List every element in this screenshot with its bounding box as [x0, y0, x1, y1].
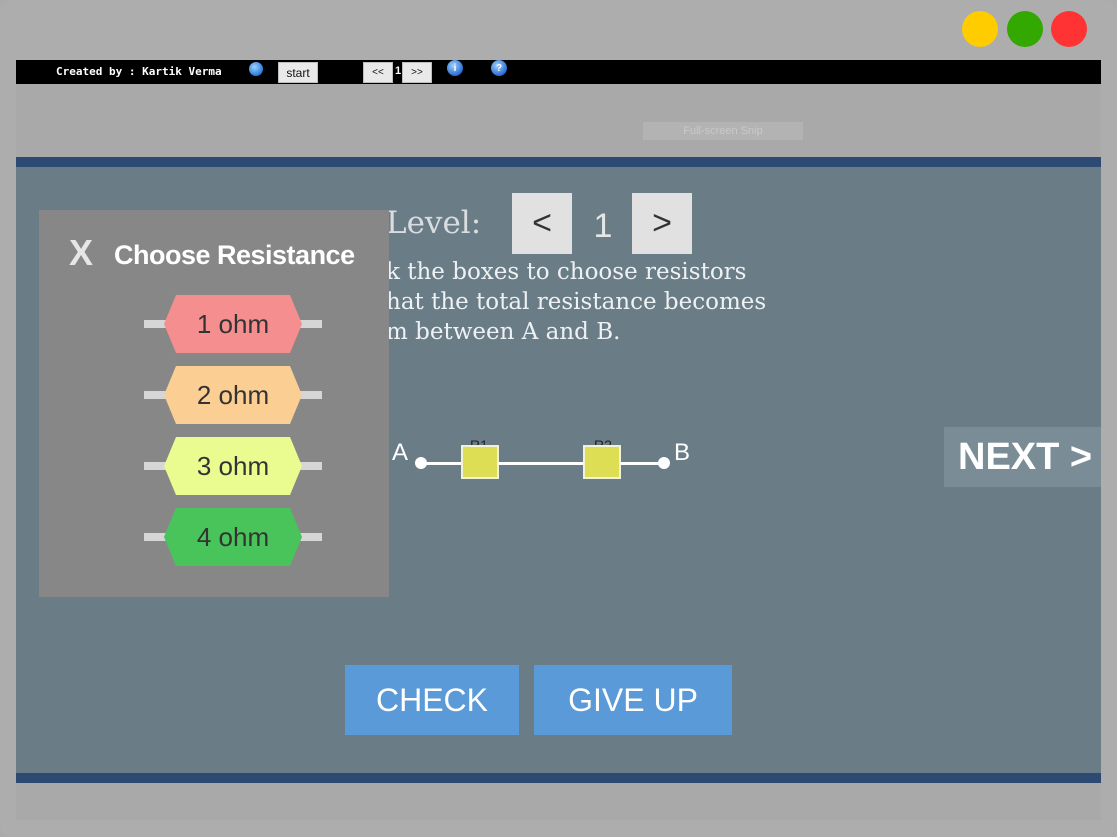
browser-window: Created by : Kartik Verma start << 1 >> … [0, 0, 1117, 837]
choose-resistance-panel: X Choose Resistance 1 ohm 2 ohm 3 ohm 4 … [39, 210, 389, 597]
close-panel-button[interactable]: X [69, 232, 93, 274]
instruction-line: m between A and B. [386, 319, 621, 345]
fullscreen-snip-bar[interactable]: Full-screen Snip [643, 122, 803, 140]
wire [620, 462, 660, 465]
resistor-option-label: 1 ohm [196, 308, 270, 339]
help-icon[interactable]: ? [491, 60, 507, 76]
start-button[interactable]: start [278, 62, 318, 83]
level-number: 1 [593, 207, 613, 245]
next-button[interactable]: NEXT > [944, 427, 1101, 487]
check-button[interactable]: CHECK [345, 665, 519, 735]
creator-credit: Created by : Kartik Verma [56, 65, 222, 78]
page-number: 1 [394, 65, 402, 77]
prev-page-button[interactable]: << [363, 62, 393, 83]
panel-title: Choose Resistance [114, 240, 355, 270]
node-a-label: A [392, 439, 409, 466]
wire [498, 462, 584, 465]
node-b-label: B [674, 439, 691, 466]
instructions: k the boxes to choose resistors hat the … [386, 257, 806, 347]
level-prev-button[interactable]: < [512, 193, 572, 254]
resistor-r1-box[interactable] [461, 445, 499, 479]
close-button[interactable] [1051, 11, 1087, 47]
instruction-line: hat the total resistance becomes [386, 289, 767, 315]
resistor-option-label: 4 ohm [196, 521, 270, 552]
resistor-option-3-ohm[interactable]: 3 ohm [144, 437, 322, 495]
level-next-button[interactable]: > [632, 193, 692, 254]
resistor-option-2-ohm[interactable]: 2 ohm [144, 366, 322, 424]
instruction-line: k the boxes to choose resistors [386, 259, 747, 285]
simulation-app: Created by : Kartik Verma start << 1 >> … [16, 60, 1101, 820]
node-b [658, 457, 670, 469]
next-page-button[interactable]: >> [402, 62, 432, 83]
level-label: Level: [386, 205, 482, 241]
resistor-option-4-ohm[interactable]: 4 ohm [144, 508, 322, 566]
resistor-option-label: 2 ohm [196, 379, 270, 410]
wire [426, 462, 462, 465]
resistor-option-1-ohm[interactable]: 1 ohm [144, 295, 322, 353]
info-icon[interactable]: i [447, 60, 463, 76]
top-toolbar: Created by : Kartik Verma start << 1 >> … [16, 60, 1101, 84]
resistor-option-label: 3 ohm [196, 450, 270, 481]
give-up-button[interactable]: GIVE UP [534, 665, 732, 735]
minimize-button[interactable] [962, 11, 998, 47]
zoom-button[interactable] [1007, 11, 1043, 47]
globe-icon[interactable] [249, 62, 263, 76]
resistor-r2-box[interactable] [583, 445, 621, 479]
